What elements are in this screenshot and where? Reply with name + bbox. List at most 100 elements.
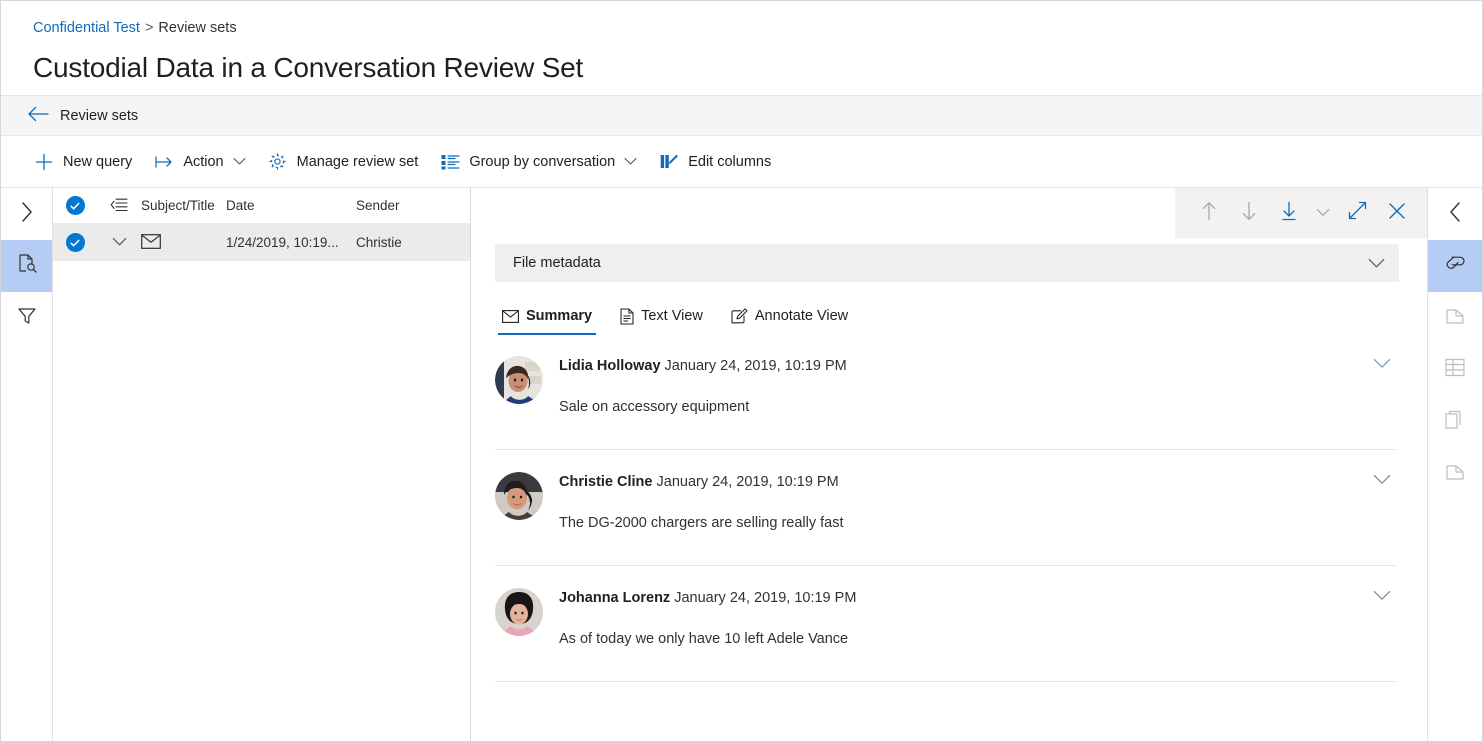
expand-diagonal-icon (1348, 201, 1367, 225)
breadcrumb: Confidential Test > Review sets (33, 19, 1482, 37)
row-checkbox[interactable] (53, 233, 97, 252)
message-expand-button[interactable] (1373, 588, 1391, 606)
tab-text-view-label: Text View (641, 308, 703, 324)
list-header-row: Subject/Title Date Sender (53, 188, 470, 224)
download-button[interactable] (1269, 195, 1309, 231)
left-rail-expand-button[interactable] (1, 188, 52, 240)
chevron-down-icon (1373, 588, 1391, 606)
list-item[interactable]: Christie Cline January 24, 2019, 10:19 P… (495, 450, 1397, 566)
message-header: Christie Cline January 24, 2019, 10:19 P… (559, 472, 1397, 492)
right-rail-item-page-alt[interactable] (1428, 448, 1482, 500)
chevron-down-icon (1373, 472, 1391, 490)
message-text: The DG-2000 chargers are selling really … (559, 515, 844, 531)
select-all-checkbox[interactable] (53, 196, 97, 215)
table-row[interactable]: 1/24/2019, 10:19... Christie (53, 224, 470, 261)
tab-text-view[interactable]: Text View (613, 298, 710, 334)
breadcrumb-current: Review sets (158, 20, 237, 36)
next-item-button[interactable] (1229, 195, 1269, 231)
list-item[interactable]: Lidia Holloway January 24, 2019, 10:19 P… (495, 334, 1397, 450)
left-rail (1, 188, 53, 741)
message-text: Sale on accessory equipment (559, 399, 750, 415)
plus-icon (34, 152, 54, 172)
group-by-conversation-button[interactable]: Group by conversation (431, 144, 646, 180)
copy-stack-icon (1445, 410, 1465, 435)
avatar (495, 356, 543, 404)
action-button[interactable]: Action (145, 144, 254, 180)
group-by-conversation-label: Group by conversation (469, 153, 616, 170)
message-sender: Lidia Holloway (559, 358, 661, 374)
chevron-down-icon (112, 235, 127, 250)
right-rail-item-page[interactable] (1428, 292, 1482, 344)
tab-summary[interactable]: Summary (495, 298, 599, 335)
previous-item-button[interactable] (1189, 195, 1229, 231)
right-rail-item-tag[interactable] (1428, 240, 1482, 292)
chevron-down-icon[interactable] (1368, 258, 1385, 269)
breadcrumb-separator: > (144, 20, 154, 36)
group-list-icon (440, 152, 460, 172)
chevron-right-icon (20, 201, 34, 228)
chevron-left-icon (1448, 201, 1462, 228)
filter-funnel-icon (17, 306, 37, 331)
page-title: Custodial Data in a Conversation Review … (33, 52, 584, 83)
new-query-button[interactable]: New query (25, 144, 141, 180)
list-item[interactable]: Johanna Lorenz January 24, 2019, 10:19 P… (495, 566, 1397, 682)
page-header: Confidential Test > Review sets Custodial … (1, 1, 1482, 95)
right-rail-item-copy[interactable] (1428, 396, 1482, 448)
detail-toolbar (471, 188, 1427, 238)
page-alt-icon (1445, 462, 1465, 487)
envelope-icon (502, 309, 519, 323)
chevron-down-icon (1316, 204, 1330, 222)
file-metadata-bar[interactable]: File metadata (495, 244, 1399, 282)
message-expand-button[interactable] (1373, 356, 1391, 374)
arrow-left-icon (27, 106, 49, 126)
detail-toolbar-band (1175, 188, 1427, 238)
annotate-pencil-icon (731, 308, 748, 324)
column-header-date[interactable]: Date (226, 198, 356, 213)
command-bar: New query Action Manage review set Group… (1, 136, 1482, 188)
left-rail-item-filter[interactable] (1, 292, 52, 344)
message-expand-button[interactable] (1373, 472, 1391, 490)
detail-tabs: Summary Text View Annotate View (495, 296, 1427, 335)
row-sender: Christie (356, 235, 402, 250)
tab-annotate-view[interactable]: Annotate View (724, 298, 855, 334)
edit-columns-icon (659, 152, 679, 172)
new-query-label: New query (63, 153, 133, 170)
row-type-icon-cell (141, 233, 226, 252)
main-body: Subject/Title Date Sender 1/24/2019, 10:… (1, 188, 1482, 741)
app-window: Confidential Test > Review sets Custodial … (0, 0, 1483, 742)
back-nav-bar[interactable]: Review sets (1, 95, 1482, 136)
row-date: 1/24/2019, 10:19... (226, 235, 339, 250)
download-options-button[interactable] (1309, 195, 1337, 231)
group-indent-icon[interactable] (97, 198, 141, 213)
arrow-right-bar-icon (154, 152, 174, 172)
page-icon (1445, 306, 1465, 331)
breadcrumb-link-confidential-test[interactable]: Confidential Test (33, 20, 140, 36)
left-rail-item-document-search[interactable] (1, 240, 52, 292)
right-rail-item-table[interactable] (1428, 344, 1482, 396)
detail-pane: File metadata Summary Text View Annotate… (471, 188, 1427, 741)
avatar (495, 472, 543, 520)
gear-icon (268, 152, 288, 172)
chevron-down-icon (233, 157, 246, 166)
edit-columns-button[interactable]: Edit columns (650, 144, 780, 180)
envelope-icon (141, 233, 161, 252)
column-header-sender[interactable]: Sender (356, 198, 470, 213)
right-rail-collapse-button[interactable] (1428, 188, 1482, 240)
checkbox-checked-icon (65, 196, 85, 215)
manage-review-set-button[interactable]: Manage review set (259, 144, 428, 180)
arrow-up-icon (1201, 201, 1217, 226)
message-header: Lidia Holloway January 24, 2019, 10:19 P… (559, 356, 1397, 376)
close-button[interactable] (1377, 195, 1417, 231)
manage-review-set-label: Manage review set (296, 153, 419, 170)
message-body: Johanna Lorenz January 24, 2019, 10:19 P… (559, 588, 1397, 681)
column-header-subject[interactable]: Subject/Title (141, 198, 226, 213)
file-metadata-title: File metadata (513, 255, 601, 271)
row-expand-button[interactable] (97, 235, 141, 250)
message-list: Lidia Holloway January 24, 2019, 10:19 P… (471, 334, 1427, 741)
download-icon (1281, 201, 1297, 226)
tab-summary-label: Summary (526, 308, 593, 324)
message-sender: Johanna Lorenz (559, 590, 671, 606)
message-header: Johanna Lorenz January 24, 2019, 10:19 P… (559, 588, 1397, 608)
expand-button[interactable] (1337, 195, 1377, 231)
tag-icon (1444, 254, 1466, 279)
